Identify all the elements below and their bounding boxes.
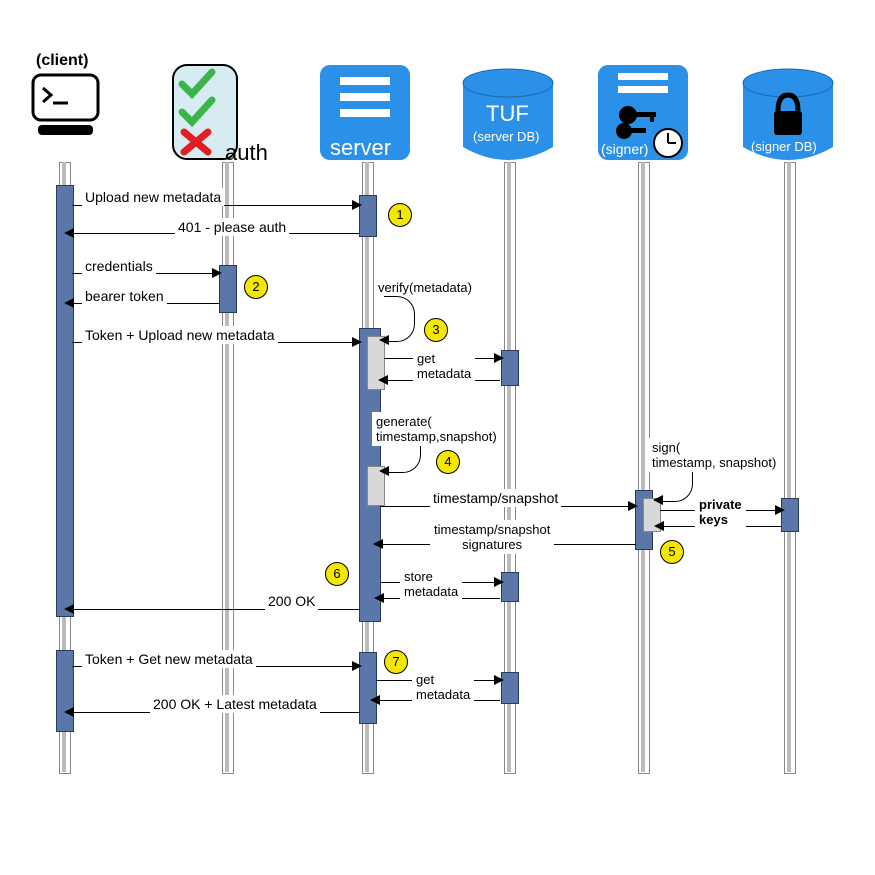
arrowhead — [370, 695, 380, 705]
arrowhead — [379, 466, 389, 476]
arrowhead — [494, 353, 504, 363]
lifeline — [225, 162, 229, 772]
msg-sign: sign( timestamp, snapshot) — [648, 438, 780, 472]
step-5: 5 — [660, 540, 684, 564]
arrowhead — [379, 335, 389, 345]
arrowhead — [352, 337, 362, 347]
msg-upload-new-metadata: Upload new metadata — [82, 188, 224, 206]
arrowhead — [64, 707, 74, 717]
msg-401: 401 - please auth — [175, 218, 289, 236]
arrowhead — [352, 200, 362, 210]
arrowhead — [374, 593, 384, 603]
arrowhead — [64, 228, 74, 238]
arrowhead — [64, 604, 74, 614]
participant-tuf: TUF (server DB) — [458, 65, 558, 170]
msg-ts-snapshot: timestamp/snapshot — [430, 489, 561, 507]
msg-store-metadata: store metadata — [400, 567, 462, 601]
msg-get-metadata: get metadata — [413, 349, 475, 383]
arrowhead — [352, 661, 362, 671]
participant-auth: auth — [170, 62, 240, 167]
tuf-label: TUF — [486, 101, 529, 127]
participant-server: server — [320, 65, 410, 170]
participant-signer: (signer) — [598, 65, 688, 170]
step-6: 6 — [325, 562, 349, 586]
arrowhead — [494, 675, 504, 685]
arrowhead — [653, 495, 663, 505]
tuf-sub: (server DB) — [473, 129, 539, 144]
msg-generate: generate( timestamp,snapshot) — [372, 412, 501, 446]
arrowhead — [212, 268, 222, 278]
client-label: (client) — [36, 52, 88, 70]
lifeline — [641, 162, 645, 772]
activation — [781, 498, 799, 532]
arrowhead — [64, 298, 74, 308]
msg-token-get: Token + Get new metadata — [82, 650, 256, 668]
activation — [56, 185, 74, 617]
msg-token-upload: Token + Upload new metadata — [82, 326, 278, 344]
lifeline — [787, 162, 791, 772]
arrowhead — [775, 505, 785, 515]
arrowhead — [373, 539, 383, 549]
msg-200-ok: 200 OK — [265, 592, 318, 610]
activation — [56, 650, 74, 732]
msg-get-metadata-2: get metadata — [412, 670, 474, 704]
msg-private-keys: private keys — [695, 495, 746, 529]
participant-client: (client) — [28, 70, 108, 155]
msg-200-latest: 200 OK + Latest metadata — [150, 695, 320, 713]
server-label: server — [330, 135, 391, 161]
arrowhead — [654, 521, 664, 531]
signer-label: (signer) — [601, 141, 648, 157]
step-3: 3 — [424, 318, 448, 342]
signerdb-label: (signer DB) — [751, 139, 817, 154]
arrowhead — [494, 577, 504, 587]
arrowhead — [378, 375, 388, 385]
msg-credentials: credentials — [82, 257, 156, 275]
msg-bearer-token: bearer token — [82, 287, 167, 305]
step-1: 1 — [388, 203, 412, 227]
step-4: 4 — [436, 450, 460, 474]
msg-ts-sig: timestamp/snapshot signatures — [430, 520, 554, 554]
participant-signer-db: (signer DB) — [738, 65, 838, 170]
step-7: 7 — [384, 650, 408, 674]
arrowhead — [628, 501, 638, 511]
step-2: 2 — [244, 275, 268, 299]
msg-verify: verify(metadata) — [375, 279, 475, 296]
